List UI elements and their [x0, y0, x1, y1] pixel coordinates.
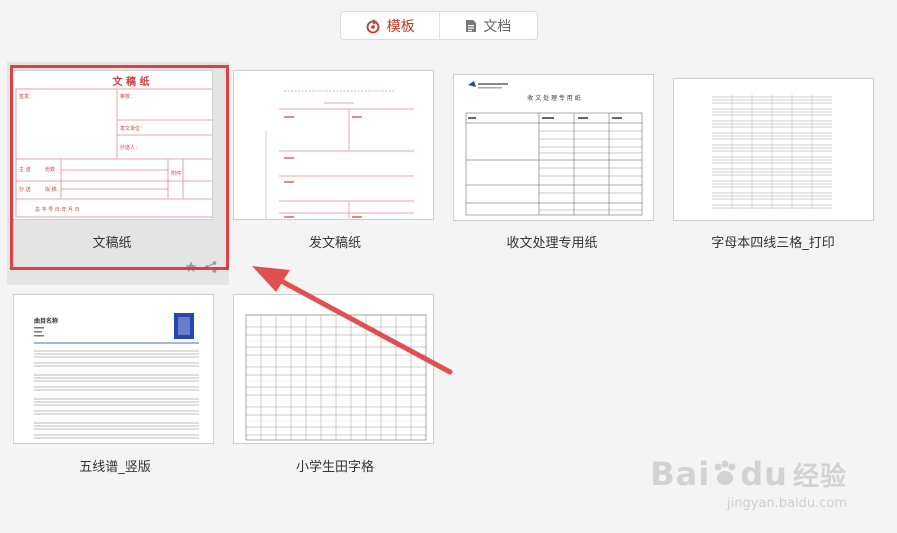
tab-template-label: 模板: [386, 18, 415, 35]
watermark-brand: Bai: [650, 455, 711, 493]
template-thumbnail: 文 稿 纸 签发： 审核： 发文单位： 抄送人： 主 送 抄 送 附件 份数 拟…: [12, 70, 213, 220]
template-thumbnail: [673, 78, 874, 221]
template-thumbnail: [233, 294, 434, 444]
template-card-wengaozhi[interactable]: 文 稿 纸 签发： 审核： 发文单位： 抄送人： 主 送 抄 送 附件 份数 拟…: [7, 62, 229, 285]
template-name: 发文稿纸: [308, 236, 361, 251]
template-thumbnail: 曲目名称: [13, 294, 214, 444]
tab-document[interactable]: 文档: [438, 12, 538, 39]
svg-text:份数: 份数: [45, 166, 55, 173]
view-toggle: 模板 文档: [340, 11, 538, 40]
svg-text:拟 稿: 拟 稿: [45, 186, 57, 193]
template-icon: [366, 18, 380, 33]
baidu-watermark: Bai du 经验: [650, 455, 847, 493]
watermark-cn: 经验: [792, 462, 847, 492]
template-thumbnail: [233, 70, 434, 220]
watermark-brand2: du: [740, 455, 788, 493]
wengaozhi-preview: 文 稿 纸 签发： 审核： 发文单位： 抄送人： 主 送 抄 送 附件 份数 拟…: [15, 75, 212, 218]
wuxianpu-preview: 曲目名称: [34, 313, 199, 439]
svg-text:发文单位：: 发文单位：: [120, 125, 145, 132]
tab-document-label: 文档: [483, 18, 512, 35]
tianzige-preview: [245, 314, 427, 441]
shouwen-preview: 收 文 处 理 专 用 纸: [465, 81, 643, 216]
card-actions: [185, 261, 217, 273]
svg-text:审核：: 审核：: [120, 93, 135, 100]
svg-text:主 送: 主 送: [19, 166, 31, 173]
svg-text:签发：: 签发：: [19, 93, 34, 100]
tab-template[interactable]: 模板: [341, 12, 439, 39]
document-icon: [466, 19, 477, 32]
preview-title: 收 文 处 理 专 用 纸: [527, 94, 580, 102]
template-name: 字母本四线三格_打印: [711, 236, 835, 251]
watermark-url: jingyan.baidu.com: [727, 496, 847, 511]
fawengaozhi-preview: [265, 90, 414, 219]
zimuben-preview: [712, 94, 832, 209]
svg-text:抄送人：: 抄送人：: [120, 144, 140, 151]
paw-icon: [714, 460, 736, 485]
svg-text:抄 送: 抄 送: [19, 186, 31, 193]
preview-title: 文 稿 纸: [113, 75, 150, 88]
template-card-shouwen[interactable]: 收 文 处 理 专 用 纸 收文处理专用纸: [450, 74, 672, 264]
svg-text:总 字 号 日 年 月 日: 总 字 号 日 年 月 日: [35, 206, 80, 213]
template-card-wuxianpu[interactable]: 曲目名称 五线谱_竖版: [10, 294, 232, 484]
preview-title: 曲目名称: [34, 317, 58, 325]
template-name: 收文处理专用纸: [506, 236, 598, 251]
template-thumbnail: 收 文 处 理 专 用 纸: [453, 74, 654, 221]
template-name: 小学生田字格: [295, 460, 374, 475]
share-icon[interactable]: [205, 261, 217, 273]
template-name: 五线谱_竖版: [79, 460, 151, 475]
template-card-fawengaozhi[interactable]: 发文稿纸: [230, 70, 452, 260]
star-icon[interactable]: [185, 261, 197, 273]
template-card-tianzige[interactable]: 小学生田字格: [230, 294, 452, 484]
template-card-zimuben[interactable]: 字母本四线三格_打印: [670, 78, 892, 268]
svg-text:附件: 附件: [171, 170, 181, 177]
template-name: 文稿纸: [92, 236, 132, 251]
